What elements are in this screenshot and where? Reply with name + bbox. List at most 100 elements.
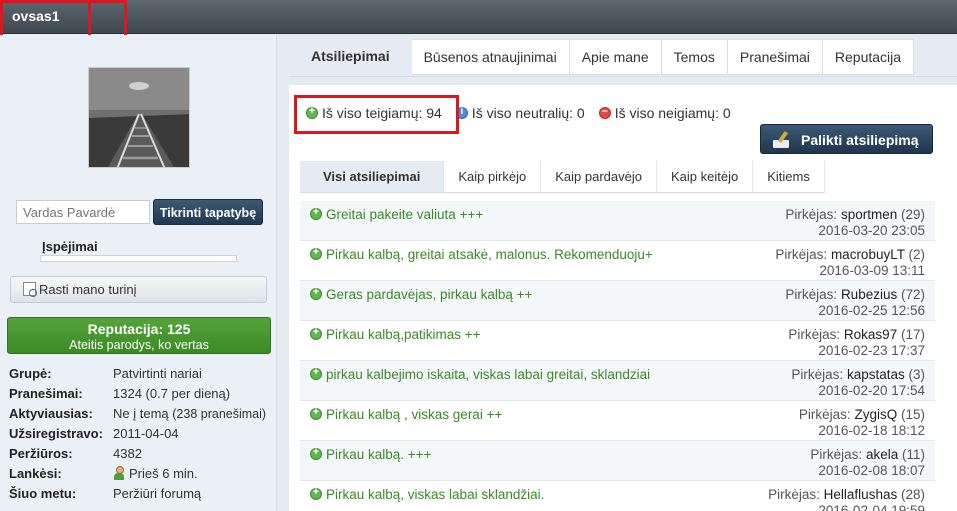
leave-feedback-label: Palikti atsiliepimą	[801, 132, 919, 148]
feedback-date: 2016-03-09 13:11	[819, 263, 925, 278]
subtab-all-feedback[interactable]: Visi atsiliepimai	[300, 161, 445, 193]
buyer-label: Pirkėjas:	[791, 367, 844, 382]
verify-identity-button[interactable]: Tikrinti tapatybę	[153, 199, 263, 225]
feedback-text: pirkau kalbejimo iskaita, viskas labai g…	[326, 367, 651, 382]
info-value: 1324 (0.7 per dieną)	[113, 386, 231, 401]
buyer-label: Pirkėjas:	[788, 327, 841, 342]
author-count: (72)	[900, 287, 925, 302]
positive-icon	[310, 246, 322, 260]
avatar[interactable]	[88, 67, 190, 168]
buyer-label: Pirkėjas:	[768, 487, 820, 502]
buyer-label: Pirkėjas:	[785, 207, 838, 222]
info-row-most-active: Aktyviausias: Ne į temą (238 pranešimai)	[9, 406, 271, 421]
feedback-text: Geras pardavėjas, pirkau kalbą ++	[326, 287, 533, 302]
neutral-total: Iš viso neutralių: 0	[471, 105, 585, 121]
feedback-text: Greitai pakeite valiuta +++	[326, 207, 484, 222]
feedback-date: 2016-02-04 19:59	[818, 503, 925, 511]
feedback-text: Pirkau kalbą, viskas labai sklandžiai.	[326, 487, 545, 502]
list-item: Pirkau kalbą,patikimas ++ Pirkėjas: Roka…	[300, 321, 935, 361]
subtab-as-buyer[interactable]: Kaip pirkėjo	[444, 161, 542, 193]
feedback-entry: Pirkau kalbą,patikimas ++	[310, 326, 481, 342]
feedback-entry: Greitai pakeite valiuta +++	[310, 206, 484, 222]
author-link[interactable]: ZygisQ	[854, 407, 897, 422]
author-link[interactable]: Rubezius	[841, 287, 897, 302]
negative-icon	[598, 105, 611, 119]
list-item: Pirkau kalbą , viskas gerai ++ Pirkėjas:…	[300, 401, 935, 441]
feedback-entry: Pirkau kalbą. +++	[310, 446, 432, 462]
author-count: (17)	[900, 327, 925, 342]
feedback-date: 2016-02-08 18:07	[818, 463, 925, 478]
tab-feedback[interactable]: Atsiliepimai	[289, 39, 412, 75]
feedback-entry: Pirkau kalbą, viskas labai sklandžiai.	[310, 486, 545, 502]
panel-top-strip	[289, 77, 957, 85]
buyer-label: Pirkėjas:	[775, 247, 828, 262]
subtab-as-exchanger[interactable]: Kaip keitėjo	[656, 161, 754, 193]
buyer-label: Pirkėjas:	[785, 287, 838, 302]
reputation-subtitle: Ateitis parodys, ko vertas	[69, 338, 209, 352]
list-item: Geras pardavėjas, pirkau kalbą ++ Pirkėj…	[300, 281, 935, 321]
subtab-as-seller[interactable]: Kaip pardavėjo	[541, 161, 657, 193]
profile-tabs: Atsiliepimai Būsenos atnaujinimai Apie m…	[289, 39, 915, 75]
list-item: Pirkau kalbą. +++ Pirkėjas: akela (11) 2…	[300, 441, 935, 481]
tab-about-me[interactable]: Apie mane	[569, 39, 662, 75]
feedback-text: Pirkau kalbą. +++	[326, 447, 432, 462]
info-value: 4382	[113, 446, 142, 461]
avatar-railway-image	[89, 68, 189, 167]
author-link[interactable]: kapstatas	[847, 367, 905, 382]
feedback-list: Greitai pakeite valiuta +++ Pirkėjas: sp…	[300, 201, 935, 511]
list-item: Greitai pakeite valiuta +++ Pirkėjas: sp…	[300, 201, 935, 241]
author-link[interactable]: akela	[866, 447, 898, 462]
name-surname-input[interactable]	[16, 200, 150, 224]
feedback-text: Pirkau kalbą,patikimas ++	[326, 327, 481, 342]
feedback-author: Pirkėjas: Rubezius (72)	[785, 287, 925, 302]
author-count: (29)	[900, 207, 925, 222]
warnings-bar	[40, 255, 237, 262]
highlight-box-positive-total	[294, 95, 459, 134]
list-item: Pirkau kalbą, viskas labai sklandžiai. P…	[300, 481, 935, 511]
tab-posts[interactable]: Pranešimai	[727, 39, 823, 75]
tab-status-updates[interactable]: Būsenos atnaujinimai	[411, 39, 570, 75]
last-visit-value: Prieš 6 min.	[129, 466, 198, 481]
buyer-label: Pirkėjas:	[798, 407, 851, 422]
info-row-group: Grupė: Patvirtinti nariai	[9, 366, 271, 381]
profile-info: Grupė: Patvirtinti nariai Pranešimai: 13…	[9, 366, 271, 506]
feedback-author: Pirkėjas: ZygisQ (15)	[799, 407, 925, 422]
most-active-topic-link[interactable]: Ne į temą	[113, 406, 169, 421]
summary-negative: Iš viso neigiamų: 0	[598, 105, 731, 121]
info-row-posts: Pranešimai: 1324 (0.7 per dieną)	[9, 386, 271, 401]
info-key: Aktyviausias:	[9, 406, 93, 421]
feedback-date: 2016-03-20 23:05	[818, 223, 925, 238]
author-link[interactable]: Hellaflushas	[824, 487, 898, 502]
profile-sidebar: Tikrinti tapatybę Įspėjimai Rasti mano t…	[0, 35, 277, 511]
leave-feedback-button[interactable]: Palikti atsiliepimą	[760, 124, 933, 154]
list-item: pirkau kalbejimo iskaita, viskas labai g…	[300, 361, 935, 401]
feedback-date: 2016-02-23 17:37	[818, 343, 925, 358]
author-count: (28)	[900, 487, 925, 502]
tab-reputation[interactable]: Reputacija	[822, 39, 915, 75]
info-value: 2011-04-04	[113, 426, 179, 441]
feedback-entry: pirkau kalbejimo iskaita, viskas labai g…	[310, 366, 651, 382]
subtab-others[interactable]: Kitiems	[753, 161, 825, 193]
info-value-container: Ne į temą (238 pranešimai)	[113, 406, 266, 421]
author-link[interactable]: macrobuyLT	[831, 247, 905, 262]
find-my-content-button[interactable]: Rasti mano turinį	[10, 276, 267, 303]
feedback-text: Pirkau kalbą, greitai atsakė, malonus. R…	[326, 247, 653, 262]
info-key: Grupė:	[9, 366, 52, 381]
positive-icon	[310, 486, 322, 500]
info-value: Peržiūri forumą	[113, 486, 202, 501]
feedback-entry: Geras pardavėjas, pirkau kalbą ++	[310, 286, 533, 302]
tab-topics[interactable]: Temos	[661, 39, 728, 75]
feedback-date: 2016-02-25 12:56	[818, 303, 925, 318]
author-link[interactable]: Rokas97	[844, 327, 897, 342]
buyer-label: Pirkėjas:	[810, 447, 863, 462]
info-key: Užsiregistravo:	[9, 426, 103, 441]
most-active-count: (238 pranešimai)	[172, 407, 267, 421]
reputation-box: Reputacija: 125 Ateitis parodys, ko vert…	[7, 317, 271, 354]
user-online-icon	[113, 466, 125, 480]
info-key: Peržiūros:	[9, 446, 73, 461]
author-link[interactable]: sportmen	[841, 207, 897, 222]
info-row-currently: Šiuo metu: Peržiūri forumą	[9, 486, 271, 501]
feedback-author: Pirkėjas: kapstatas (3)	[791, 367, 925, 382]
author-count: (15)	[900, 407, 925, 422]
feedback-date: 2016-02-20 17:54	[818, 383, 925, 398]
